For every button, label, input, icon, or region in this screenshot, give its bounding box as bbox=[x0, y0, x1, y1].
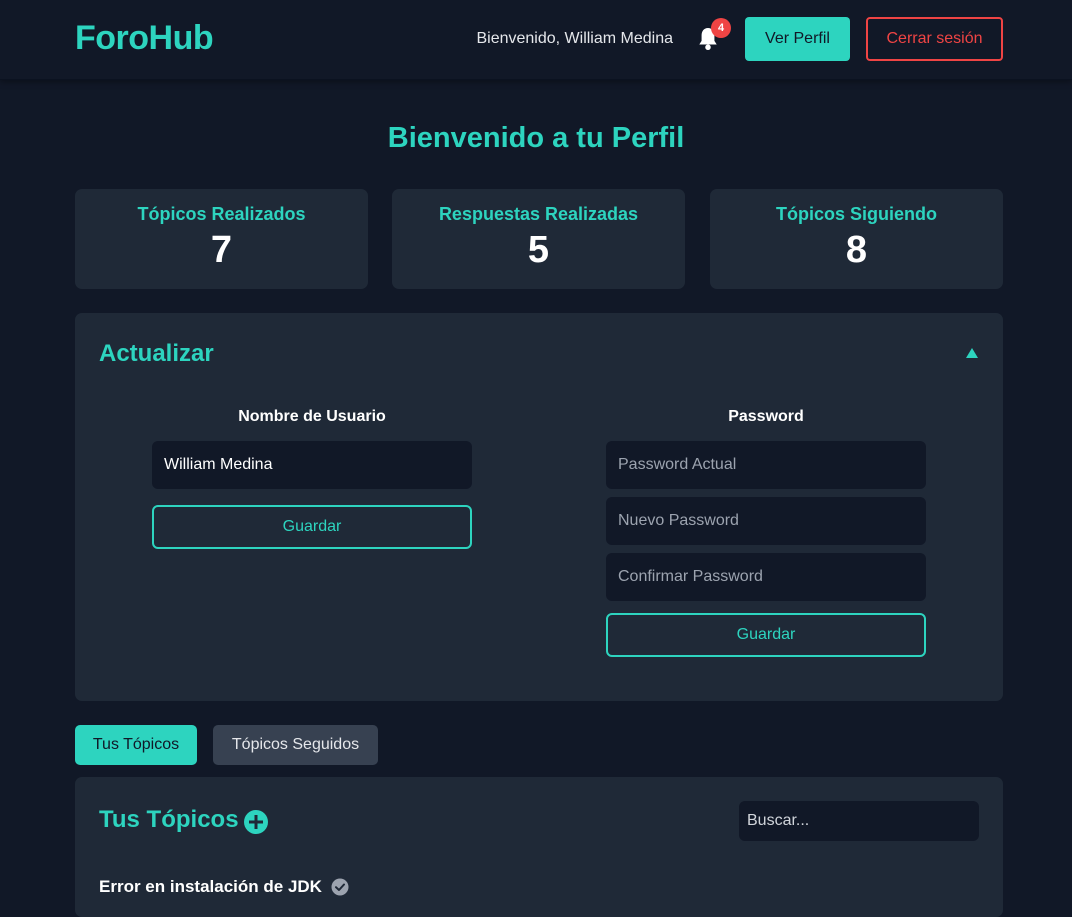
stat-label: Respuestas Realizadas bbox=[438, 204, 639, 224]
confirm-password-input[interactable] bbox=[606, 553, 926, 601]
notifications-button[interactable]: 4 bbox=[695, 18, 731, 54]
welcome-text: Bienvenido, William Medina bbox=[476, 30, 673, 47]
topic-list-item[interactable]: Error en instalación de JDK bbox=[99, 877, 349, 897]
save-username-button[interactable]: Guardar bbox=[152, 505, 472, 549]
your-topics-panel: Tus Tópicos Error en instalación de JDK bbox=[75, 777, 1003, 917]
your-topics-title: Tus Tópicos bbox=[99, 806, 239, 833]
stat-label: Tópicos Siguiendo bbox=[776, 204, 937, 224]
password-label: Password bbox=[728, 408, 804, 425]
add-topic-icon[interactable] bbox=[243, 809, 269, 835]
stat-label: Tópicos Realizados bbox=[137, 204, 306, 224]
topic-title[interactable]: Error en instalación de JDK bbox=[99, 877, 322, 897]
username-input[interactable] bbox=[152, 441, 472, 489]
new-password-input[interactable] bbox=[606, 497, 926, 545]
logout-button[interactable]: Cerrar sesión bbox=[866, 17, 1003, 61]
update-panel: Actualizar Nombre de Usuario Guardar Pas… bbox=[75, 313, 1003, 701]
update-panel-title: Actualizar bbox=[99, 340, 214, 367]
check-circle-icon bbox=[331, 878, 349, 896]
stat-card-replies-made: Respuestas Realizadas 5 bbox=[392, 189, 685, 289]
stat-value: 7 bbox=[210, 229, 233, 271]
stat-value: 5 bbox=[527, 229, 550, 271]
view-profile-button[interactable]: Ver Perfil bbox=[745, 17, 850, 61]
header-actions: Bienvenido, William Medina 4 Ver Perfil … bbox=[476, 17, 1003, 61]
top-navbar: ForoHub Bienvenido, William Medina 4 Ver… bbox=[0, 0, 1072, 80]
notification-count-badge: 4 bbox=[711, 18, 731, 38]
stat-card-topics-following: Tópicos Siguiendo 8 bbox=[710, 189, 1003, 289]
username-label: Nombre de Usuario bbox=[238, 408, 386, 425]
search-input[interactable] bbox=[739, 801, 979, 841]
stat-value: 8 bbox=[845, 229, 868, 271]
tab-followed-topics[interactable]: Tópicos Seguidos bbox=[213, 725, 378, 765]
page-title: Bienvenido a tu Perfil bbox=[387, 122, 685, 154]
brand-logo[interactable]: ForoHub bbox=[75, 19, 214, 58]
stat-card-topics-created: Tópicos Realizados 7 bbox=[75, 189, 368, 289]
collapse-triangle-icon[interactable] bbox=[965, 346, 979, 360]
save-password-button[interactable]: Guardar bbox=[606, 613, 926, 657]
tab-your-topics[interactable]: Tus Tópicos bbox=[75, 725, 197, 765]
current-password-input[interactable] bbox=[606, 441, 926, 489]
